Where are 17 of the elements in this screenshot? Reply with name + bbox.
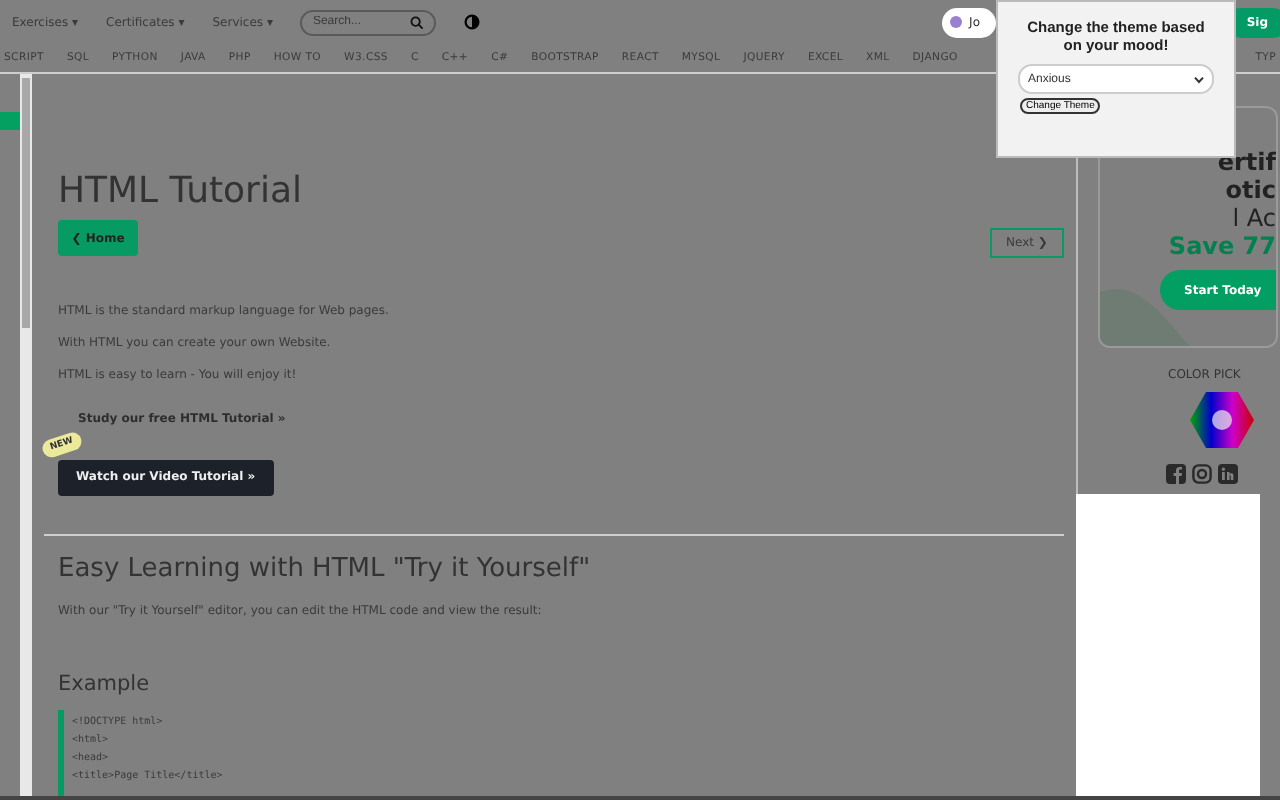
chevron-down-icon (1194, 75, 1204, 83)
ad-offer: Save 77 (1168, 232, 1276, 260)
page-title: HTML Tutorial (58, 170, 304, 212)
facebook-icon (1166, 464, 1186, 484)
ad-text: otic (1225, 176, 1276, 204)
example-heading: Example (58, 671, 152, 696)
sidebar-marker (0, 112, 20, 130)
instagram-icon (1192, 464, 1212, 484)
ad-text: ertif (1217, 148, 1276, 176)
ad-text: l Ac (1232, 204, 1276, 232)
section-heading: Easy Learning with HTML "Try it Yourself" (58, 553, 593, 584)
search-icon (410, 15, 425, 29)
user-icon (949, 16, 962, 28)
linkedin-icon (1218, 464, 1238, 484)
color-wheel-icon[interactable] (1190, 392, 1254, 448)
contrast-icon[interactable] (464, 14, 481, 30)
scrollbar[interactable] (20, 74, 32, 800)
